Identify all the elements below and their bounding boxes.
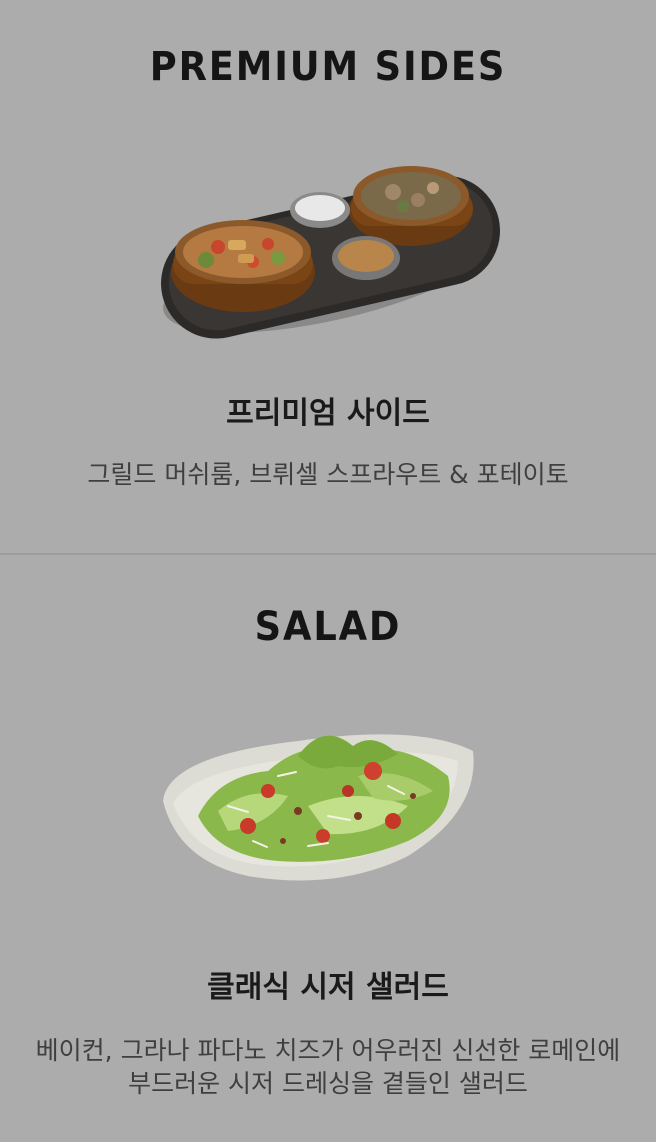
- salad-heading: SALAD: [254, 604, 402, 650]
- section-divider: [0, 553, 656, 555]
- salad-item-description-line1: 베이컨, 그라나 파다노 치즈가 어우러진 신선한 로메인에: [35, 1036, 621, 1065]
- premium-sides-item-title: 프리미엄 사이드: [226, 396, 430, 431]
- salad-item-description-line2: 부드러운 시저 드레싱을 곁들인 샐러드: [128, 1069, 528, 1098]
- premium-sides-image: [161, 166, 501, 339]
- salad-item-title: 클래식 시저 샐러드: [207, 970, 449, 1005]
- premium-sides-item-description: 그릴드 머쉬룸, 브뤼셀 스프라우트 & 포테이토: [87, 460, 569, 489]
- premium-sides-heading: PREMIUM SIDES: [149, 44, 507, 90]
- salad-image: [163, 734, 474, 881]
